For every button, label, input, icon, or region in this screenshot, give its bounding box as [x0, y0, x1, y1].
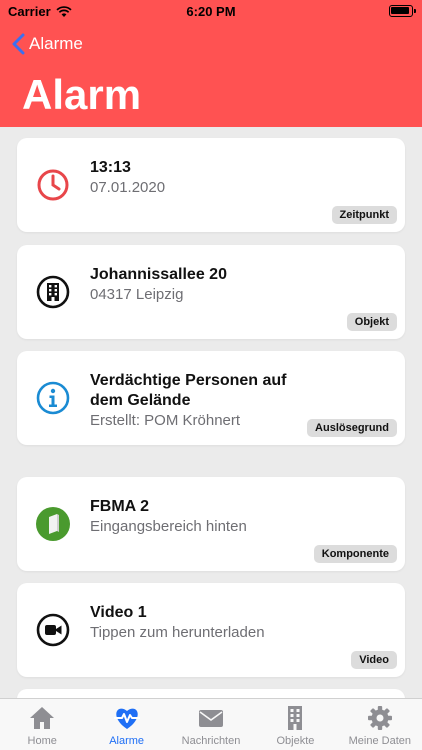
- card-subtitle: 07.01.2020: [90, 179, 166, 196]
- gear-icon: [367, 706, 392, 730]
- clock-icon: [37, 169, 69, 201]
- card-title: Video 1: [90, 604, 147, 621]
- tab-nachrichten[interactable]: Nachrichten: [169, 699, 253, 750]
- tab-label: Meine Daten: [348, 735, 412, 747]
- status-bar: Carrier 6:20 PM: [0, 0, 422, 24]
- card-component[interactable]: FBMA 2 Eingangsbereich hinten Komponente: [17, 477, 405, 571]
- tab-label: Nachrichten: [181, 735, 241, 747]
- card-tag: Zeitpunkt: [331, 206, 397, 224]
- alarm-detail-list[interactable]: 13:13 07.01.2020 Zeitpunkt Johannissalle…: [0, 127, 422, 698]
- tab-meine-daten[interactable]: Meine Daten: [338, 699, 422, 750]
- home-icon: [30, 707, 55, 729]
- card-subtitle: Erstellt: POM Kröhnert: [90, 412, 241, 429]
- card-tag: Video: [351, 651, 397, 669]
- back-button-label: Alarme: [29, 34, 83, 53]
- card-time[interactable]: 13:13 07.01.2020 Zeitpunkt: [17, 138, 405, 232]
- video-icon: [36, 613, 70, 647]
- building-icon: [36, 275, 70, 309]
- chevron-left-icon: [12, 33, 25, 55]
- envelope-icon: [199, 710, 224, 727]
- building-icon: [288, 706, 303, 730]
- tab-objekte[interactable]: Objekte: [253, 699, 337, 750]
- status-time: 6:20 PM: [186, 4, 236, 19]
- back-button[interactable]: Alarme: [12, 33, 83, 55]
- tab-bar: Home Alarme Nachrichten Objekte Meine Da…: [0, 698, 422, 750]
- card-title: FBMA 2: [90, 498, 149, 515]
- battery-icon: [389, 5, 416, 17]
- card-title: 13:13: [90, 159, 131, 176]
- tab-label: Objekte: [276, 735, 315, 747]
- card-object[interactable]: Johannissallee 20 04317 Leipzig Objekt: [17, 245, 405, 339]
- tab-label: Alarme: [109, 735, 145, 747]
- info-icon: [36, 381, 70, 415]
- navigation-header: Carrier 6:20 PM Alarme Alarm: [0, 0, 422, 127]
- tab-label: Home: [27, 735, 57, 747]
- card-title-line: Verdächtige Personen auf: [90, 372, 287, 389]
- heartbeat-icon: [113, 708, 140, 729]
- tab-home[interactable]: Home: [0, 699, 84, 750]
- card-tag: Komponente: [313, 545, 397, 563]
- page-title: Alarm: [22, 71, 142, 118]
- card-subtitle: Tippen zum herunterladen: [90, 624, 265, 641]
- tab-alarme[interactable]: Alarme: [84, 699, 168, 750]
- card-title-line: dem Gelände: [90, 392, 191, 409]
- card-reason[interactable]: Verdächtige Personen auf dem Gelände Ers…: [17, 351, 405, 445]
- card-title: Verdächtige Personen auf dem Gelände: [90, 371, 287, 411]
- card-subtitle: Eingangsbereich hinten: [90, 518, 247, 535]
- card-subtitle: 04317 Leipzig: [90, 286, 184, 303]
- card-tag: Objekt: [346, 313, 397, 331]
- card-title: Johannissallee 20: [90, 266, 227, 283]
- card-video[interactable]: Video 1 Tippen zum herunterladen Video: [17, 583, 405, 677]
- card-tag: Auslösegrund: [307, 419, 397, 437]
- card-partial[interactable]: [17, 689, 405, 698]
- detector-icon: [36, 507, 70, 541]
